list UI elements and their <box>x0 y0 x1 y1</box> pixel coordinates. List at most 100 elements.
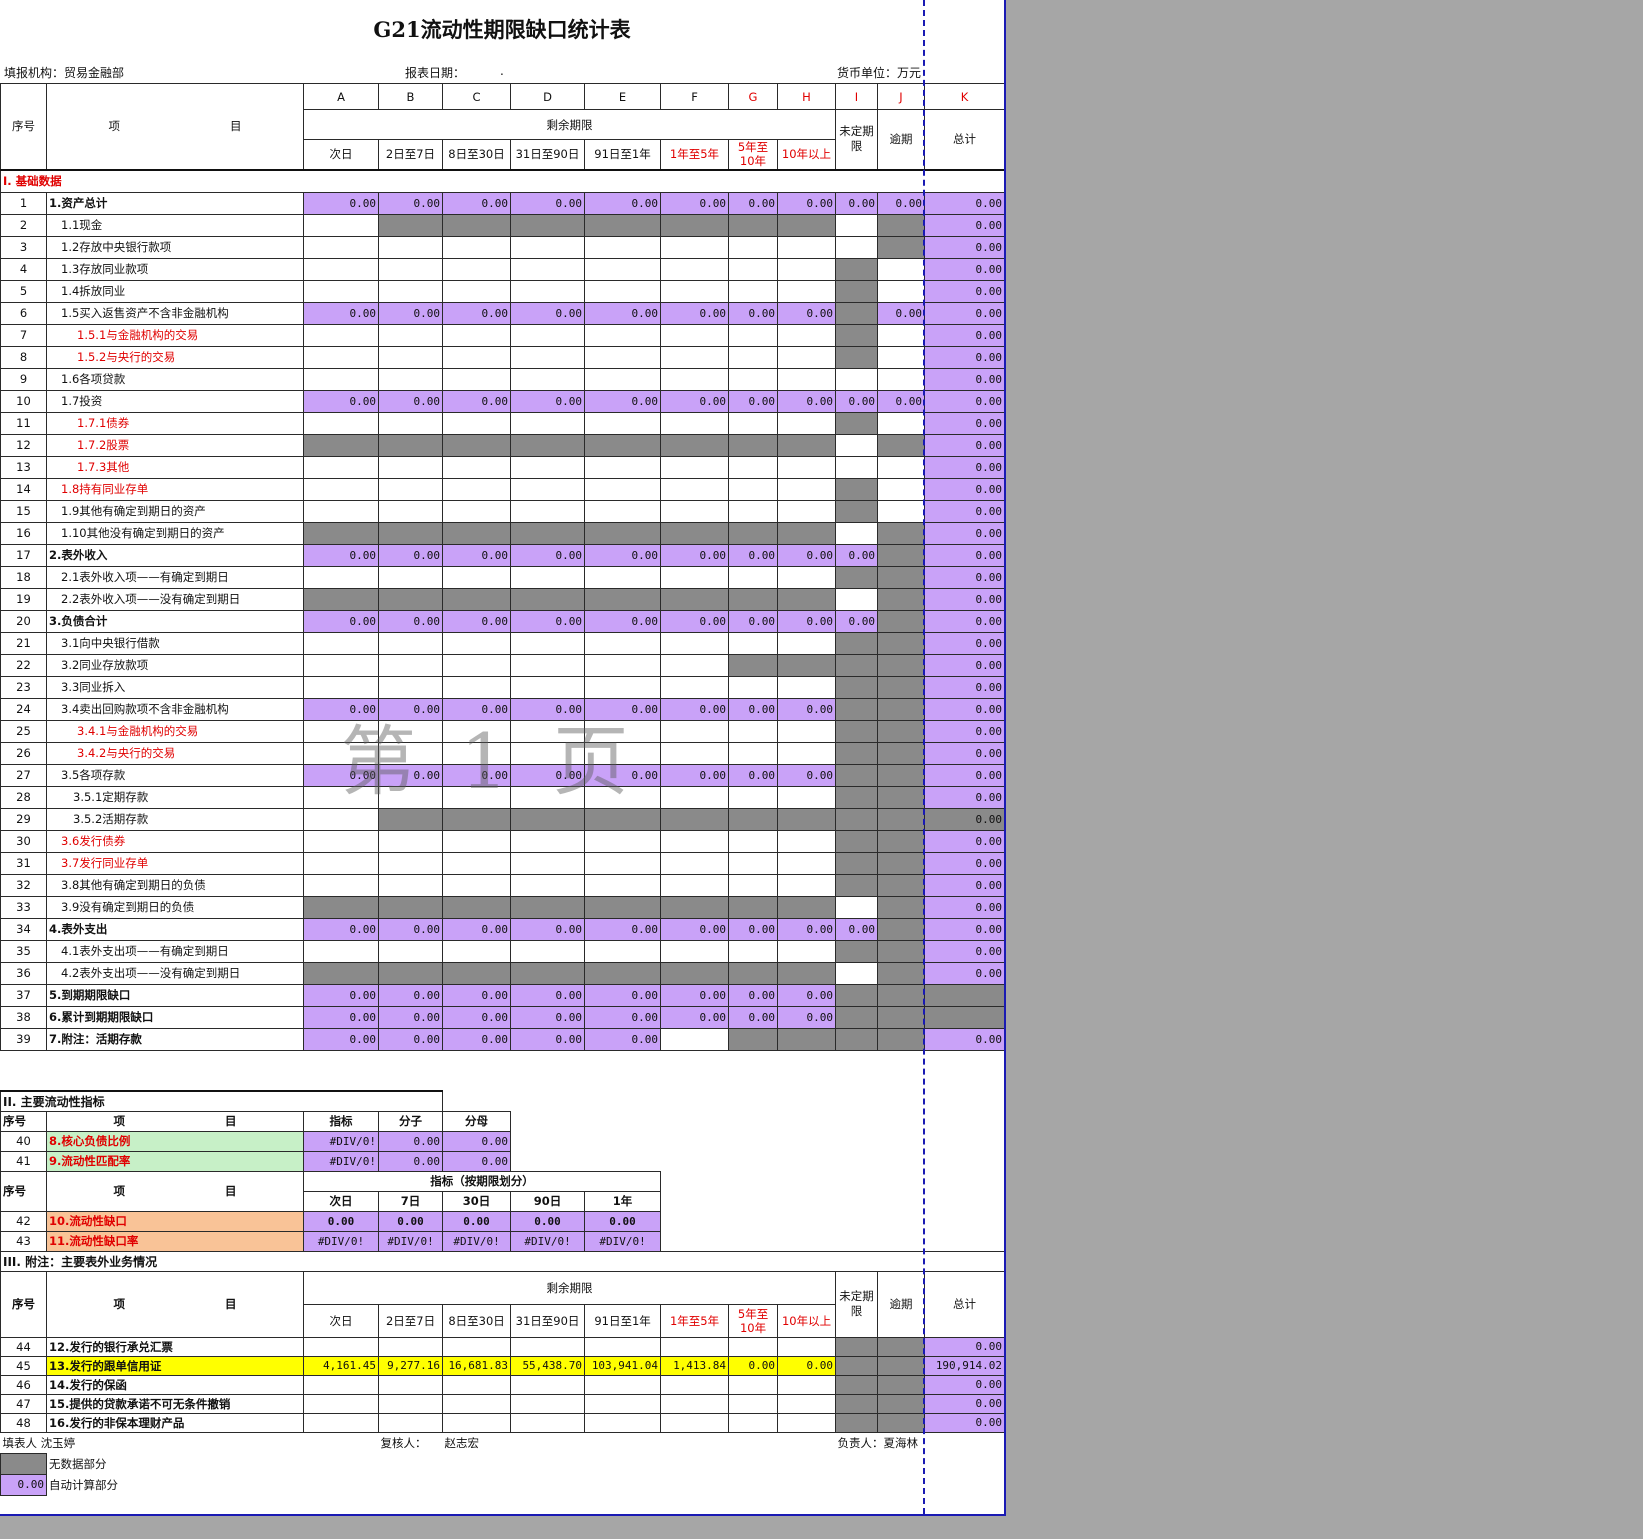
data-cell[interactable] <box>510 1412 586 1433</box>
data-cell[interactable] <box>777 1374 837 1395</box>
data-cell[interactable]: 0.00 <box>378 763 443 787</box>
data-cell[interactable]: 0.00 <box>378 1027 443 1051</box>
data-cell[interactable] <box>510 367 585 391</box>
data-cell[interactable]: 0.00 <box>584 917 661 941</box>
data-cell[interactable]: 0.00 <box>442 543 511 567</box>
data-cell[interactable] <box>442 719 511 743</box>
data-cell[interactable] <box>835 983 878 1007</box>
data-cell[interactable] <box>777 257 836 281</box>
data-cell[interactable] <box>777 323 836 347</box>
data-cell[interactable] <box>584 675 661 699</box>
data-cell[interactable] <box>835 675 878 699</box>
total-cell[interactable]: 0.00 <box>924 1412 1004 1433</box>
data-cell[interactable] <box>835 323 878 347</box>
data-cell[interactable] <box>877 565 925 589</box>
data-cell[interactable] <box>660 477 729 501</box>
data-cell[interactable] <box>877 433 925 457</box>
data-cell[interactable] <box>728 939 778 963</box>
data-cell[interactable] <box>303 433 379 457</box>
data-cell[interactable]: #DIV/0! <box>510 1230 586 1252</box>
total-cell[interactable]: 0.00 <box>924 785 1004 809</box>
data-cell[interactable]: 0.00 <box>877 191 925 215</box>
total-cell[interactable]: 0.00 <box>924 1336 1004 1357</box>
data-cell[interactable]: 0.00 <box>584 983 661 1007</box>
data-cell[interactable]: 0.00 <box>303 697 379 721</box>
data-cell[interactable]: 0.00 <box>660 983 729 1007</box>
data-cell[interactable] <box>777 851 836 875</box>
data-cell[interactable] <box>510 939 585 963</box>
data-cell[interactable] <box>660 785 729 809</box>
data-cell[interactable]: 0.00 <box>777 697 836 721</box>
data-cell[interactable] <box>728 719 778 743</box>
data-cell[interactable]: 0.00 <box>510 983 585 1007</box>
data-cell[interactable] <box>728 895 778 919</box>
data-cell[interactable] <box>777 235 836 259</box>
data-cell[interactable] <box>584 653 661 677</box>
data-cell[interactable]: 0.00 <box>442 191 511 215</box>
data-cell[interactable] <box>777 631 836 655</box>
data-cell[interactable] <box>835 763 878 787</box>
data-cell[interactable]: 0.00 <box>442 763 511 787</box>
data-cell[interactable]: #DIV/0! <box>303 1130 379 1152</box>
data-cell[interactable] <box>728 1374 779 1395</box>
data-cell[interactable] <box>660 895 729 919</box>
data-cell[interactable] <box>584 433 661 457</box>
data-cell[interactable] <box>303 587 379 611</box>
data-cell[interactable]: 0.00 <box>510 763 585 787</box>
data-cell[interactable]: 0.00 <box>777 1005 836 1029</box>
data-cell[interactable] <box>510 1336 586 1357</box>
data-cell[interactable]: 0.00 <box>777 917 836 941</box>
data-cell[interactable] <box>510 895 585 919</box>
data-cell[interactable] <box>728 213 778 237</box>
data-cell[interactable]: 0.00 <box>378 697 443 721</box>
data-cell[interactable] <box>510 587 585 611</box>
data-cell[interactable]: 0.00 <box>303 191 379 215</box>
data-cell[interactable] <box>877 785 925 809</box>
data-cell[interactable] <box>777 477 836 501</box>
data-cell[interactable]: 0.00 <box>442 389 511 413</box>
data-cell[interactable] <box>777 1412 837 1433</box>
data-cell[interactable] <box>660 1393 730 1414</box>
data-cell[interactable] <box>728 807 778 831</box>
data-cell[interactable]: 0.00 <box>660 389 729 413</box>
data-cell[interactable] <box>660 235 729 259</box>
data-cell[interactable] <box>777 1027 836 1051</box>
data-cell[interactable] <box>660 433 729 457</box>
data-cell[interactable] <box>303 521 379 545</box>
data-cell[interactable] <box>378 367 443 391</box>
data-cell[interactable] <box>660 939 729 963</box>
data-cell[interactable] <box>728 499 778 523</box>
data-cell[interactable]: 0.00 <box>510 609 585 633</box>
data-cell[interactable] <box>728 477 778 501</box>
data-cell[interactable] <box>777 565 836 589</box>
data-cell[interactable] <box>378 631 443 655</box>
data-cell[interactable]: 0.00 <box>510 543 585 567</box>
data-cell[interactable] <box>660 851 729 875</box>
data-cell[interactable]: #DIV/0! <box>442 1230 512 1252</box>
data-cell[interactable] <box>835 345 878 369</box>
data-cell[interactable] <box>835 1005 878 1029</box>
data-cell[interactable]: #DIV/0! <box>377 1230 444 1252</box>
data-cell[interactable] <box>442 873 511 897</box>
data-cell[interactable] <box>303 1393 379 1414</box>
data-cell[interactable] <box>584 477 661 501</box>
data-cell[interactable] <box>835 235 878 259</box>
data-cell[interactable] <box>510 411 585 435</box>
data-cell[interactable]: 0.00 <box>442 1027 511 1051</box>
total-cell[interactable]: 0.00 <box>924 499 1004 523</box>
data-cell[interactable] <box>835 433 878 457</box>
data-cell[interactable]: 0.00 <box>660 191 729 215</box>
data-cell[interactable]: 55,438.70 <box>510 1355 586 1376</box>
data-cell[interactable]: 0.00 <box>584 301 661 325</box>
data-cell[interactable] <box>442 521 511 545</box>
data-cell[interactable] <box>378 477 443 501</box>
data-cell[interactable] <box>510 961 585 985</box>
data-cell[interactable] <box>660 1412 730 1433</box>
data-cell[interactable]: 0.00 <box>584 191 661 215</box>
data-cell[interactable]: 0.00 <box>584 609 661 633</box>
total-cell[interactable]: 0.00 <box>924 543 1004 567</box>
data-cell[interactable] <box>378 521 443 545</box>
data-cell[interactable]: 0.00 <box>660 301 729 325</box>
data-cell[interactable] <box>378 807 443 831</box>
total-cell[interactable]: 0.00 <box>924 741 1004 765</box>
